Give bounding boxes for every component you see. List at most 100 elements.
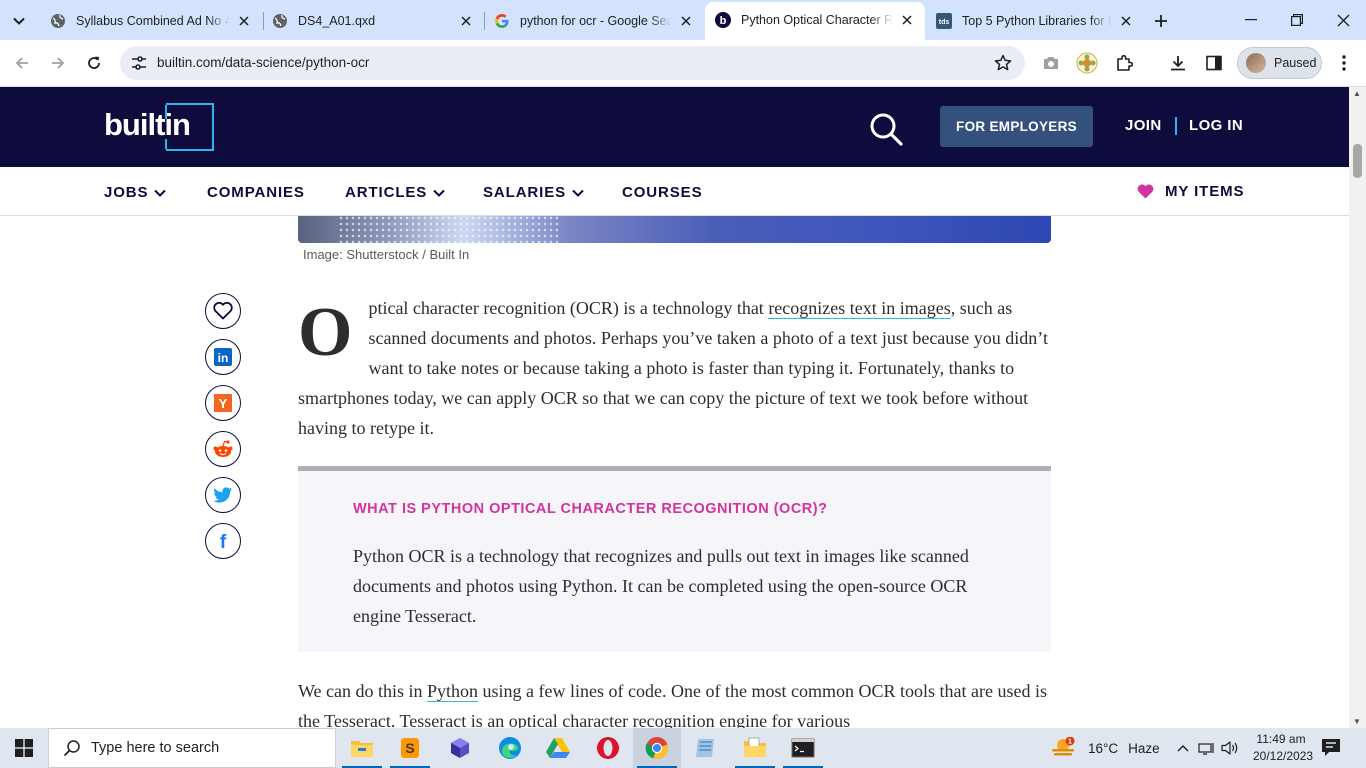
minimize-button[interactable]: [1228, 0, 1274, 40]
network-button[interactable]: [1198, 739, 1216, 757]
taskbar-notes-app[interactable]: [682, 728, 730, 768]
tab-tds[interactable]: tds Top 5 Python Libraries for Ex: [926, 6, 1144, 36]
taskbar-terminal[interactable]: [779, 728, 827, 768]
share-reddit-button[interactable]: [205, 431, 241, 467]
share-facebook-button[interactable]: f: [205, 523, 241, 559]
restore-icon: [1291, 14, 1303, 26]
for-employers-button[interactable]: FOR EMPLOYERS: [940, 106, 1093, 147]
browser-menu-button[interactable]: [1330, 49, 1358, 77]
taskbar-opera[interactable]: [584, 728, 632, 768]
nav-courses[interactable]: COURSES: [622, 184, 702, 201]
recognizes-text-link[interactable]: recognizes text in images: [768, 298, 951, 319]
reload-icon: [88, 56, 100, 69]
restore-button[interactable]: [1274, 0, 1320, 40]
article-paragraph: We can do this in Python using a few lin…: [298, 676, 1051, 728]
save-article-button[interactable]: [205, 293, 241, 329]
nav-companies[interactable]: COMPANIES: [207, 184, 305, 201]
windows-taskbar: Type here to search S 1 16°C Haze 11:49 …: [0, 728, 1366, 768]
camera-icon: [1044, 57, 1058, 69]
nav-jobs[interactable]: JOBS: [104, 184, 167, 201]
facebook-icon: f: [220, 532, 227, 551]
taskbar-file-manager[interactable]: [731, 728, 779, 768]
side-panel-button[interactable]: [1200, 49, 1228, 77]
close-icon: [1337, 14, 1349, 26]
page-scrollbar[interactable]: ▲ ▼: [1349, 87, 1366, 728]
volume-button[interactable]: [1221, 739, 1239, 757]
new-tab-button[interactable]: [1148, 8, 1174, 34]
profile-button[interactable]: Paused: [1237, 47, 1322, 79]
site-header: builtin FOR EMPLOYERS JOIN LOG IN: [0, 87, 1349, 167]
weather-widget[interactable]: 1 16°C Haze: [1050, 728, 1160, 768]
tds-favicon-text: tds: [939, 19, 950, 26]
close-icon[interactable]: [1118, 13, 1134, 29]
downloads-button[interactable]: [1164, 49, 1192, 77]
taskbar-edge[interactable]: [486, 728, 534, 768]
notification-icon: [1322, 739, 1340, 756]
close-icon[interactable]: [236, 13, 252, 29]
speaker-icon: [1221, 741, 1238, 755]
share-hacker-news-button[interactable]: Y: [205, 385, 241, 421]
facebook-letter: f: [220, 532, 227, 551]
close-icon[interactable]: [458, 13, 474, 29]
google-drive-icon: [546, 738, 570, 758]
extension-button[interactable]: [1073, 49, 1101, 77]
browser-toolbar: builtin.com/data-science/python-ocr Paus…: [0, 40, 1366, 87]
paragraph-text: We can do this in: [298, 681, 428, 701]
taskbar-clock[interactable]: 11:49 am 20/12/2023: [1253, 731, 1313, 765]
tab-title: Top 5 Python Libraries for Ex: [962, 14, 1112, 28]
taskbar-app-cube[interactable]: [436, 728, 484, 768]
notifications-button[interactable]: [1320, 737, 1344, 759]
login-link[interactable]: LOG IN: [1189, 117, 1243, 134]
intro-text: ptical character recognition (OCR) is a …: [368, 298, 769, 318]
python-link[interactable]: Python: [427, 681, 479, 702]
tab-builtin-article[interactable]: b Python Optical Character Re: [705, 2, 925, 40]
heart-icon: [213, 302, 233, 320]
taskbar-search-box[interactable]: Type here to search: [48, 728, 336, 768]
site-search-button[interactable]: [868, 111, 904, 147]
taskbar-google-drive[interactable]: [534, 728, 582, 768]
tab-strip: Syllabus Combined Ad No 4 DS4_A01.qxd py…: [0, 0, 1366, 40]
weather-temperature: 16°C: [1088, 740, 1119, 756]
logo-bracket: [165, 103, 214, 151]
scroll-up-arrow-icon[interactable]: ▲: [1353, 89, 1361, 98]
nav-label: COMPANIES: [207, 184, 305, 201]
join-link[interactable]: JOIN: [1125, 117, 1162, 134]
tab-title: python for ocr - Google Sea: [520, 14, 672, 28]
linkedin-letters: in: [218, 351, 229, 365]
tab-ds4[interactable]: DS4_A01.qxd: [262, 6, 484, 36]
chevron-down-icon: [572, 189, 584, 197]
show-hidden-icons-button[interactable]: [1174, 739, 1192, 757]
tds-icon: tds: [936, 13, 952, 29]
screenshot-button[interactable]: [1037, 49, 1065, 77]
drop-cap: O: [298, 294, 353, 371]
forward-button[interactable]: [44, 49, 72, 77]
nav-salaries[interactable]: SALARIES: [483, 184, 584, 201]
taskbar-chrome[interactable]: [633, 728, 681, 768]
scroll-down-arrow-icon[interactable]: ▼: [1353, 717, 1361, 726]
nav-articles[interactable]: ARTICLES: [345, 184, 445, 201]
tab-google-search[interactable]: python for ocr - Google Sea: [484, 6, 704, 36]
side-panel-icon: [1206, 55, 1222, 71]
share-twitter-button[interactable]: [205, 477, 241, 513]
scrollbar-thumb[interactable]: [1353, 144, 1362, 178]
back-button[interactable]: [8, 49, 36, 77]
tab-syllabus[interactable]: Syllabus Combined Ad No 4: [40, 6, 262, 36]
weather-condition: Haze: [1128, 740, 1160, 756]
start-button[interactable]: [0, 728, 48, 768]
taskbar-file-explorer[interactable]: [338, 728, 386, 768]
close-window-button[interactable]: [1320, 0, 1366, 40]
share-linkedin-button[interactable]: in: [205, 339, 241, 375]
callout-heading: WHAT IS PYTHON OPTICAL CHARACTER RECOGNI…: [353, 501, 828, 517]
close-icon[interactable]: [678, 13, 694, 29]
site-info-icon[interactable]: [130, 54, 148, 72]
nav-label: COURSES: [622, 184, 703, 201]
close-icon[interactable]: [899, 12, 915, 28]
nav-my-items[interactable]: MY ITEMS: [1137, 183, 1244, 200]
tab-search-button[interactable]: [6, 8, 32, 34]
bookmark-star-icon[interactable]: [993, 53, 1013, 73]
address-bar[interactable]: builtin.com/data-science/python-ocr: [120, 46, 1025, 80]
page-viewport: builtin FOR EMPLOYERS JOIN LOG IN JOBS C…: [0, 87, 1349, 728]
extensions-button[interactable]: [1110, 49, 1138, 77]
reload-button[interactable]: [80, 49, 108, 77]
taskbar-sublime-text[interactable]: S: [386, 728, 434, 768]
